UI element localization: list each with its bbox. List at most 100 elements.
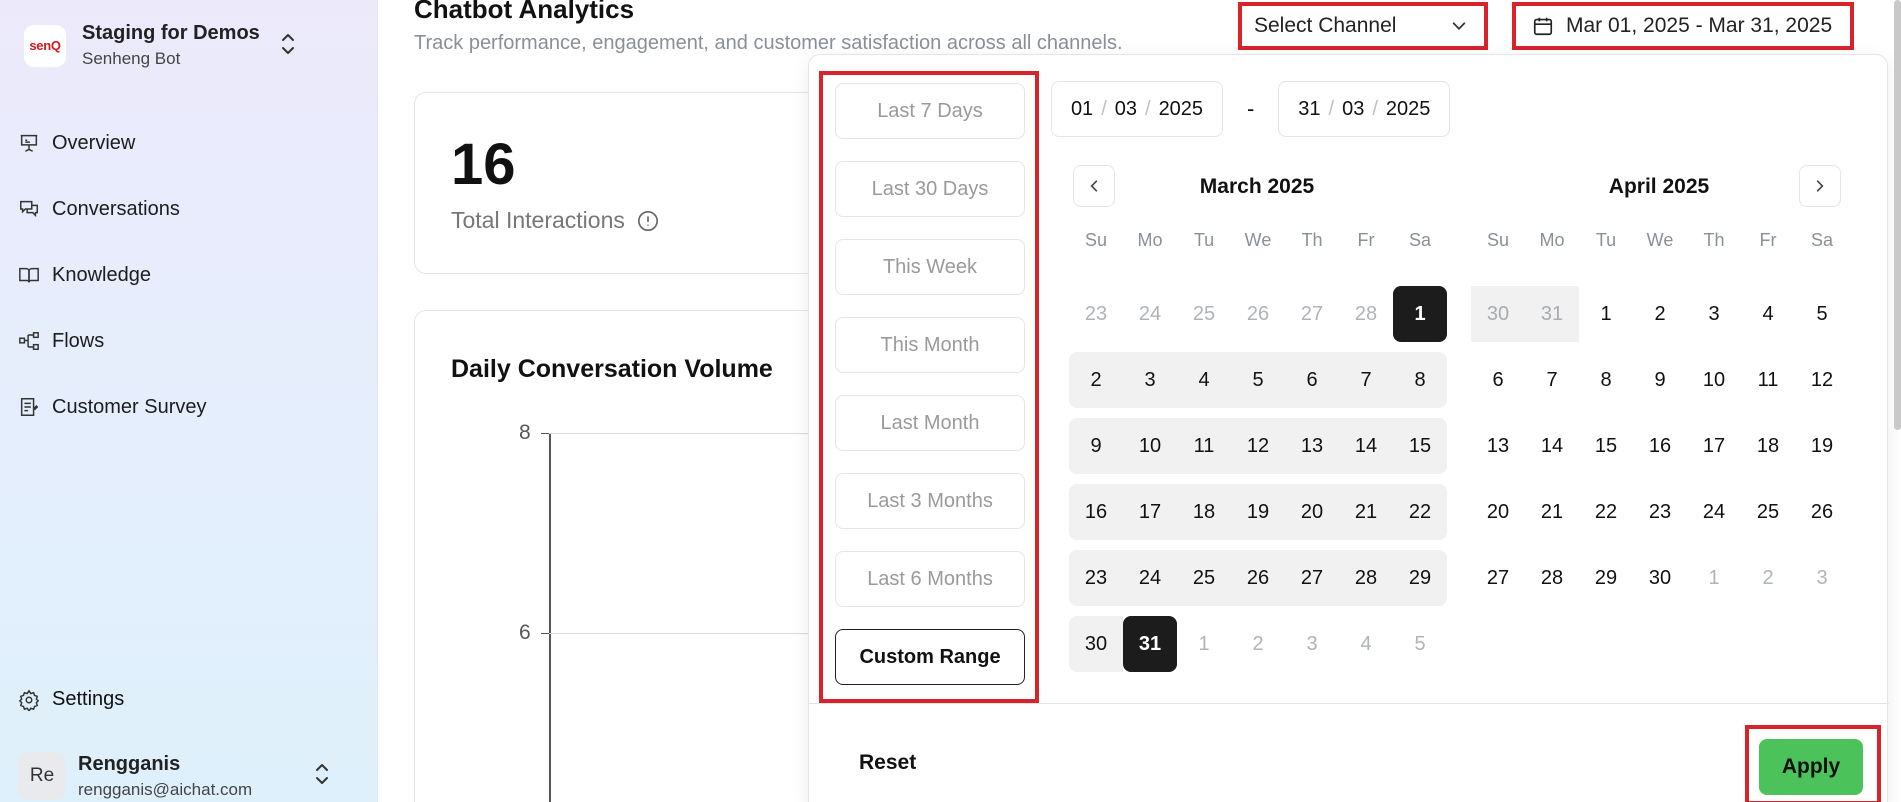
chevrons-up-down-icon[interactable] xyxy=(278,30,298,58)
calendar-day[interactable]: 16 xyxy=(1069,484,1123,540)
calendar-day[interactable]: 11 xyxy=(1741,352,1795,408)
calendar-day[interactable]: 26 xyxy=(1231,550,1285,606)
apply-button[interactable]: Apply xyxy=(1759,739,1863,795)
calendar-day[interactable]: 26 xyxy=(1231,286,1285,342)
start-day[interactable]: 01 xyxy=(1071,98,1093,121)
calendar-day[interactable]: 28 xyxy=(1525,550,1579,606)
calendar-day[interactable]: 28 xyxy=(1339,286,1393,342)
calendar-day[interactable]: 25 xyxy=(1177,286,1231,342)
calendar-day[interactable]: 30 xyxy=(1069,616,1123,672)
channel-select[interactable]: Select Channel xyxy=(1238,2,1488,50)
end-month[interactable]: 03 xyxy=(1342,98,1364,121)
calendar-day[interactable]: 27 xyxy=(1471,550,1525,606)
calendar-day[interactable]: 30 xyxy=(1471,286,1525,342)
calendar-day[interactable]: 24 xyxy=(1123,286,1177,342)
calendar-day[interactable]: 19 xyxy=(1795,418,1849,474)
chevrons-up-down-icon[interactable] xyxy=(312,760,332,788)
calendar-day[interactable]: 31 xyxy=(1525,286,1579,342)
calendar-day[interactable]: 21 xyxy=(1525,484,1579,540)
preset-last-6-months[interactable]: Last 6 Months xyxy=(835,551,1025,607)
sidebar-item-customer-survey[interactable]: Customer Survey xyxy=(18,374,207,440)
calendar-day[interactable]: 25 xyxy=(1177,550,1231,606)
end-year[interactable]: 2025 xyxy=(1386,98,1431,121)
calendar-day[interactable]: 20 xyxy=(1285,484,1339,540)
calendar-day[interactable]: 29 xyxy=(1393,550,1447,606)
calendar-day[interactable]: 14 xyxy=(1339,418,1393,474)
calendar-day[interactable]: 13 xyxy=(1471,418,1525,474)
date-range-button[interactable]: Mar 01, 2025 - Mar 31, 2025 xyxy=(1512,2,1854,50)
calendar-day[interactable]: 24 xyxy=(1123,550,1177,606)
calendar-day[interactable]: 16 xyxy=(1633,418,1687,474)
calendar-day[interactable]: 29 xyxy=(1579,550,1633,606)
calendar-day[interactable]: 4 xyxy=(1741,286,1795,342)
sidebar-item-settings[interactable]: Settings xyxy=(18,688,124,711)
calendar-day[interactable]: 1 xyxy=(1579,286,1633,342)
calendar-day[interactable]: 5 xyxy=(1393,616,1447,672)
calendar-day[interactable]: 12 xyxy=(1231,418,1285,474)
calendar-day[interactable]: 13 xyxy=(1285,418,1339,474)
calendar-day[interactable]: 17 xyxy=(1123,484,1177,540)
calendar-day[interactable]: 8 xyxy=(1579,352,1633,408)
sidebar-item-flows[interactable]: Flows xyxy=(18,308,207,374)
calendar-day[interactable]: 8 xyxy=(1393,352,1447,408)
calendar-day[interactable]: 23 xyxy=(1633,484,1687,540)
calendar-day[interactable]: 5 xyxy=(1231,352,1285,408)
preset-this-month[interactable]: This Month xyxy=(835,317,1025,373)
preset-this-week[interactable]: This Week xyxy=(835,239,1025,295)
calendar-day[interactable]: 6 xyxy=(1471,352,1525,408)
calendar-day[interactable]: 1 xyxy=(1687,550,1741,606)
preset-last-30-days[interactable]: Last 30 Days xyxy=(835,161,1025,217)
scrollbar[interactable] xyxy=(1894,0,1901,430)
calendar-day[interactable]: 27 xyxy=(1285,286,1339,342)
preset-last-month[interactable]: Last Month xyxy=(835,395,1025,451)
calendar-day[interactable]: 25 xyxy=(1741,484,1795,540)
calendar-day[interactable]: 1 xyxy=(1177,616,1231,672)
calendar-day[interactable]: 18 xyxy=(1741,418,1795,474)
calendar-day[interactable]: 23 xyxy=(1069,550,1123,606)
sidebar-item-overview[interactable]: Overview xyxy=(18,110,207,176)
sidebar-item-conversations[interactable]: Conversations xyxy=(18,176,207,242)
calendar-day[interactable]: 9 xyxy=(1633,352,1687,408)
start-year[interactable]: 2025 xyxy=(1159,98,1204,121)
calendar-day[interactable]: 31 xyxy=(1123,616,1177,672)
calendar-day[interactable]: 22 xyxy=(1393,484,1447,540)
calendar-day[interactable]: 26 xyxy=(1795,484,1849,540)
calendar-day[interactable]: 23 xyxy=(1069,286,1123,342)
preset-last-7-days[interactable]: Last 7 Days xyxy=(835,83,1025,139)
preset-last-3-months[interactable]: Last 3 Months xyxy=(835,473,1025,529)
calendar-day[interactable]: 3 xyxy=(1123,352,1177,408)
calendar-day[interactable]: 11 xyxy=(1177,418,1231,474)
workspace-switcher[interactable]: senQ Staging for Demos Senheng Bot xyxy=(24,22,260,69)
calendar-day[interactable]: 24 xyxy=(1687,484,1741,540)
calendar-day[interactable]: 14 xyxy=(1525,418,1579,474)
calendar-day[interactable]: 18 xyxy=(1177,484,1231,540)
calendar-day[interactable]: 15 xyxy=(1393,418,1447,474)
calendar-day[interactable]: 3 xyxy=(1687,286,1741,342)
calendar-day[interactable]: 30 xyxy=(1633,550,1687,606)
calendar-day[interactable]: 7 xyxy=(1525,352,1579,408)
calendar-day[interactable]: 28 xyxy=(1339,550,1393,606)
calendar-day[interactable]: 2 xyxy=(1069,352,1123,408)
calendar-day[interactable]: 15 xyxy=(1579,418,1633,474)
calendar-day[interactable]: 27 xyxy=(1285,550,1339,606)
user-menu[interactable]: Re Rengganis rengganis@aichat.com xyxy=(18,752,252,800)
start-date-input[interactable]: 01/ 03/ 2025 xyxy=(1051,81,1223,137)
start-month[interactable]: 03 xyxy=(1115,98,1137,121)
calendar-day[interactable]: 3 xyxy=(1795,550,1849,606)
calendar-day[interactable]: 22 xyxy=(1579,484,1633,540)
calendar-day[interactable]: 9 xyxy=(1069,418,1123,474)
reset-button[interactable]: Reset xyxy=(859,751,916,775)
calendar-day[interactable]: 2 xyxy=(1633,286,1687,342)
info-icon[interactable] xyxy=(637,210,659,232)
calendar-day[interactable]: 6 xyxy=(1285,352,1339,408)
calendar-day[interactable]: 2 xyxy=(1231,616,1285,672)
calendar-day[interactable]: 19 xyxy=(1231,484,1285,540)
sidebar-item-knowledge[interactable]: Knowledge xyxy=(18,242,207,308)
calendar-day[interactable]: 2 xyxy=(1741,550,1795,606)
calendar-day[interactable]: 3 xyxy=(1285,616,1339,672)
end-day[interactable]: 31 xyxy=(1298,98,1320,121)
calendar-day[interactable]: 17 xyxy=(1687,418,1741,474)
calendar-day[interactable]: 20 xyxy=(1471,484,1525,540)
calendar-day[interactable]: 4 xyxy=(1177,352,1231,408)
calendar-day[interactable]: 1 xyxy=(1393,286,1447,342)
